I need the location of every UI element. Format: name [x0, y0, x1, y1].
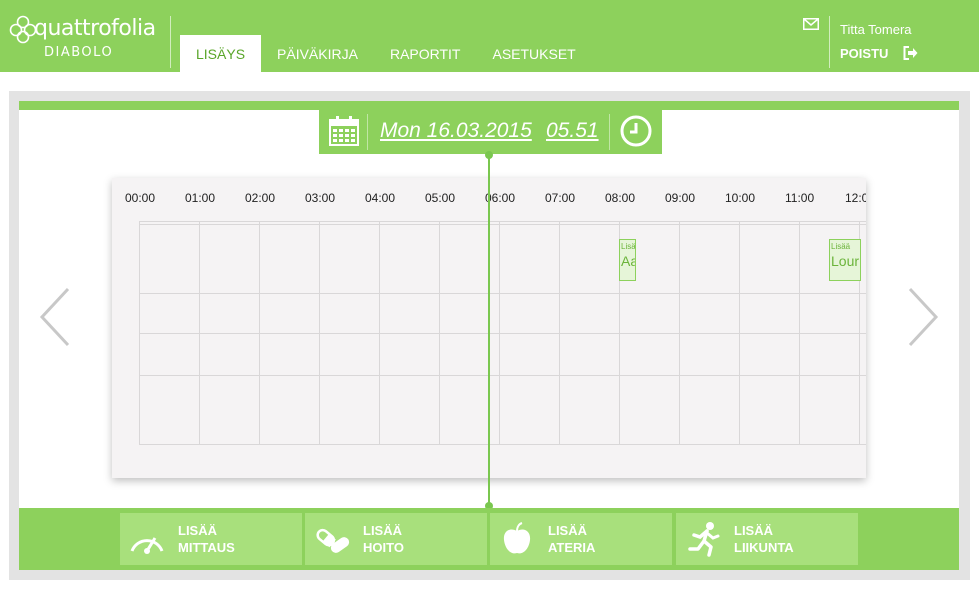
user-divider	[829, 16, 830, 68]
clock-icon[interactable]	[620, 115, 652, 147]
hour-label: 10:00	[725, 191, 756, 205]
action-label: MITTAUS	[178, 540, 235, 555]
hour-label: 11:00	[785, 191, 815, 205]
event-label: Lisää	[621, 242, 636, 251]
time-separator	[609, 114, 610, 150]
hour-label: 09:00	[665, 191, 696, 205]
tab-raportit[interactable]: RAPORTIT	[374, 35, 477, 72]
date-separator	[367, 114, 368, 150]
apple-icon	[503, 522, 531, 554]
panel-top-stripe	[19, 101, 959, 110]
timeline-event[interactable]: Lisää Lour	[829, 239, 861, 281]
user-name: Titta Tomera	[840, 22, 912, 37]
hour-label: 01:00	[185, 191, 216, 205]
event-title: Lour	[831, 253, 860, 269]
hour-label: 05:00	[425, 191, 456, 205]
header-divider	[170, 16, 171, 68]
action-label: LISÄÄ	[178, 523, 217, 538]
hour-label: 12:0	[845, 191, 866, 205]
event-label: Lisää	[831, 242, 851, 251]
event-title: Aa	[621, 253, 635, 269]
action-label: LISÄÄ	[548, 523, 587, 538]
action-label: LISÄÄ	[363, 523, 402, 538]
time-link[interactable]: 05.51	[546, 119, 599, 143]
main-nav: LISÄYS PÄIVÄKIRJA RAPORTIT ASETUKSET	[180, 35, 592, 72]
action-label: LIIKUNTA	[734, 540, 794, 555]
current-time-handle-top[interactable]	[485, 151, 493, 159]
app-logo[interactable]: quattrofolia DIABOLO	[8, 14, 168, 64]
action-label: HOITO	[363, 540, 404, 555]
hour-label: 08:00	[605, 191, 636, 205]
action-label: ATERIA	[548, 540, 596, 555]
timeline-grid	[139, 221, 866, 445]
action-label: LISÄÄ	[734, 523, 773, 538]
sign-out-icon[interactable]	[903, 46, 918, 60]
logo-subtitle: DIABOLO	[44, 45, 114, 60]
tab-lisays[interactable]: LISÄYS	[180, 35, 262, 72]
add-meal-button[interactable]: LISÄÄ ATERIA	[490, 513, 672, 565]
add-treatment-button[interactable]: LISÄÄ HOITO	[305, 513, 487, 565]
hour-label: 02:00	[245, 191, 276, 205]
add-exercise-button[interactable]: LISÄÄ LIIKUNTA	[676, 513, 858, 565]
top-bar-divider	[0, 72, 979, 75]
date-link[interactable]: Mon 16.03.2015	[380, 119, 532, 143]
pills-icon	[316, 528, 350, 553]
running-icon	[688, 522, 720, 557]
chevron-left-icon[interactable]	[38, 287, 72, 347]
hour-label: 04:00	[365, 191, 396, 205]
gauge-icon	[130, 537, 164, 554]
chevron-right-icon[interactable]	[906, 287, 940, 347]
hour-label: 07:00	[545, 191, 576, 205]
tab-paivakirja[interactable]: PÄIVÄKIRJA	[261, 35, 374, 72]
calendar-icon[interactable]	[329, 116, 359, 146]
hour-label: 03:00	[305, 191, 336, 205]
current-time-line[interactable]	[488, 154, 490, 510]
logout-link[interactable]: POISTU	[840, 46, 888, 61]
timeline-event[interactable]: Lisää Aa	[619, 239, 636, 281]
logo-text: quattrofolia	[34, 16, 156, 41]
add-measurement-button[interactable]: LISÄÄ MITTAUS	[120, 513, 302, 565]
tab-asetukset[interactable]: ASETUKSET	[476, 35, 591, 72]
envelope-icon[interactable]	[803, 18, 819, 30]
hour-label: 00:00	[125, 191, 156, 205]
